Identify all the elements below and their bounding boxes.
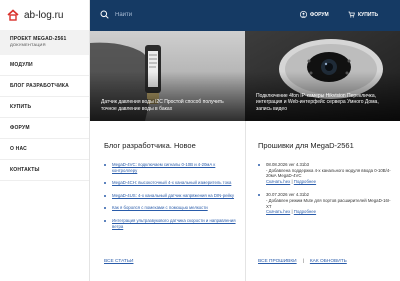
hero-caption-pressure-sensor: Датчик давления воды I2C Простой способ … (101, 99, 224, 112)
hero-banner: Датчик давления воды I2C Простой способ … (90, 31, 400, 121)
all-firmware-link[interactable]: ВСЕ ПРОШИВКИ (258, 259, 297, 264)
sidebar-item-contacts[interactable]: КОНТАКТЫ (0, 160, 89, 181)
hero-card-ip-camera[interactable]: Подключение 4fon IP-камеры Hikvision Пер… (245, 31, 400, 121)
firmware-item: 30.07.2026 ver 4.31b2 - Добавлен режим M… (258, 192, 392, 214)
details-link[interactable]: Подробнее (294, 179, 316, 184)
details-link[interactable]: Подробнее (294, 209, 316, 214)
forum-link[interactable]: ФОРУМ (300, 11, 329, 18)
firmware-title: Прошивки для MegaD-2561 (258, 141, 354, 150)
buy-link[interactable]: КУПИТЬ (348, 11, 378, 18)
hero-caption-ip-camera: Подключение 4fon IP-камеры Hikvision Пер… (256, 92, 379, 112)
buy-link-label: КУПИТЬ (358, 11, 379, 18)
sidebar-item-about[interactable]: О НАС (0, 139, 89, 160)
sidebar-item-modules[interactable]: МОДУЛИ (0, 55, 89, 76)
cart-icon (348, 11, 355, 18)
logo-text: ab-log.ru (24, 9, 64, 21)
blog-column: Блог разработчика. Новое MegaD-4VC: подк… (90, 121, 245, 281)
how-to-update-link[interactable]: КАК ОБНОВИТЬ (310, 259, 347, 264)
blog-item[interactable]: Интеграция ультразвукового датчика скоро… (104, 218, 237, 229)
footer-separator: | (302, 259, 304, 264)
blog-item[interactable]: MegaD-4CH: высокоточный 4-х канальный из… (104, 180, 237, 186)
sidebar-item-project[interactable]: ПРОЕКТ MEGAD-2561 документация (0, 30, 89, 55)
blog-item[interactable]: Как я боролся с помехами с помощью мелко… (104, 205, 237, 211)
blog-title: Блог разработчика. Новое (104, 141, 196, 150)
user-icon (300, 11, 307, 18)
sidebar-item-forum[interactable]: ФОРУМ (0, 118, 89, 139)
download-hex-link[interactable]: Скачать.hex (266, 209, 290, 214)
main-content: Блог разработчика. Новое MegaD-4VC: подк… (90, 121, 400, 281)
top-bar: ФОРУМ КУПИТЬ (90, 0, 400, 31)
search-box (100, 10, 235, 19)
sidebar-item-buy[interactable]: КУПИТЬ (0, 97, 89, 118)
link-separator: | (291, 209, 293, 215)
firmware-description: - Добавлена поддержка 4-х канального мод… (266, 167, 391, 179)
download-hex-link[interactable]: Скачать.hex (266, 179, 290, 184)
firmware-item: 08.08.2026 ver 4.31b3 - Добавлена поддер… (258, 162, 392, 184)
firmware-footer: ВСЕ ПРОШИВКИ | КАК ОБНОВИТЬ (258, 259, 347, 264)
forum-link-label: ФОРУМ (310, 11, 329, 18)
link-separator: | (291, 178, 293, 184)
hero-card-pressure-sensor[interactable]: Датчик давления воды I2C Простой способ … (90, 31, 245, 121)
sidebar-item-blog[interactable]: БЛОГ РАЗРАБОТЧИКА (0, 76, 89, 97)
all-articles-link[interactable]: ВСЕ СТАТЬИ (104, 259, 133, 264)
sidebar: ab-log.ru ПРОЕКТ MEGAD-2561 документация… (0, 0, 90, 281)
project-sub-label: документация (10, 42, 46, 47)
firmware-column: Прошивки для MegaD-2561 08.08.2026 ver 4… (245, 121, 400, 281)
search-input[interactable] (115, 11, 235, 18)
blog-item[interactable]: MegaD-4US: 4-х канальный датчик напряжен… (104, 193, 237, 199)
blog-list: MegaD-4VC: подключаем сигналы 0-10В и 4-… (104, 162, 237, 229)
search-icon[interactable] (100, 10, 109, 19)
house-icon (6, 8, 20, 22)
blog-item[interactable]: MegaD-4VC: подключаем сигналы 0-10В и 4-… (104, 162, 237, 173)
firmware-description: - Добавлен режим Mute для портов расшири… (266, 197, 391, 209)
site-logo[interactable]: ab-log.ru (0, 0, 89, 30)
